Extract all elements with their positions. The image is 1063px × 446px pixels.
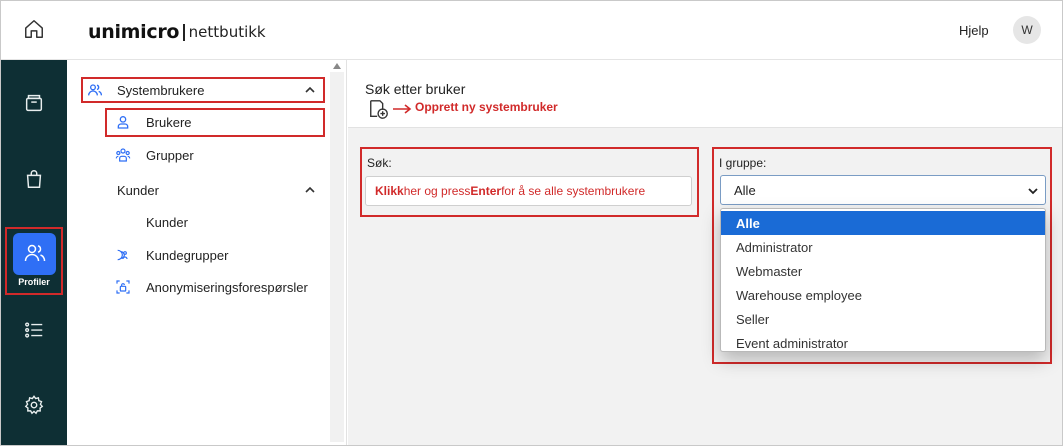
arrow-right-icon [392,102,412,114]
brand-name: unimicro [88,21,180,43]
main-content: Søk etter bruker Opprett ny systembruker… [348,60,1062,445]
nav-label-kundegrupper: Kundegrupper [146,247,229,263]
group-icon [115,147,131,163]
home-icon [23,18,45,43]
subnav-scrollbar[interactable] [330,72,344,442]
nav-item-anonymisering[interactable]: Anonymiseringsforespørsler [115,274,330,300]
nav-label-kunder: Kunder [146,214,188,230]
nav-item-brukere[interactable]: Brukere [115,109,315,135]
group-select-value: Alle [734,182,756,198]
home-button[interactable] [1,1,67,60]
chevron-down-icon [1027,185,1039,197]
brand-logo[interactable]: unimicro nettbutikk [88,20,266,44]
brand-sub: nettbutikk [188,23,266,41]
nav-item-grupper[interactable]: Grupper [115,142,315,168]
sub-navigation: Systembrukere Brukere Grupper Kunder Kun… [67,60,347,445]
dropdown-option[interactable]: Seller [721,307,1045,331]
avatar[interactable]: W [1013,16,1041,44]
dropdown-option[interactable]: Webmaster [721,259,1045,283]
rail-item-profiler-highlight: Profiler [5,227,63,295]
brand-separator [183,23,185,41]
dropdown-option[interactable]: Event administrator [721,331,1045,355]
rail-item-settings[interactable] [1,386,67,426]
customer-group-icon [115,247,131,263]
users-icon [87,82,103,98]
rail-item-profiler-label: Profiler [18,277,50,287]
shopping-bag-icon [23,168,45,193]
group-filter-panel: I gruppe: Alle Alle Administrator Webmas… [712,147,1052,364]
search-hint-text-1: her og press [403,184,471,198]
rail-item-archive[interactable] [1,84,67,124]
search-label: Søk: [367,156,392,170]
help-link[interactable]: Hjelp [959,23,989,38]
app-window: unimicro nettbutikk Hjelp W Profiler Sys… [0,0,1063,446]
search-input[interactable]: Klikk her og press Enter for å se alle s… [365,176,692,206]
group-dropdown-list: Alle Administrator Webmaster Warehouse e… [720,208,1046,352]
group-select[interactable]: Alle [720,175,1046,205]
users-icon [23,241,47,268]
dropdown-option[interactable]: Warehouse employee [721,283,1045,307]
nav-label-anonymisering: Anonymiseringsforespørsler [146,279,308,295]
nav-group-kunder[interactable]: Kunder [117,177,317,203]
nav-label-grupper: Grupper [146,147,194,163]
scroll-up-arrow-icon[interactable] [333,63,341,69]
nav-label-brukere: Brukere [146,114,192,130]
page-header: Søk etter bruker Opprett ny systembruker [348,60,1062,128]
nav-item-kundegrupper[interactable]: Kundegrupper [115,242,315,268]
nav-group-systembrukere[interactable]: Systembrukere [87,77,319,103]
rail-item-shop[interactable] [1,160,67,200]
icon-rail: Profiler [1,60,67,445]
nav-label-systembrukere: Systembrukere [117,82,205,98]
dropdown-option[interactable]: Alle [721,211,1045,235]
search-hint-click: Klikk [375,184,404,198]
create-user-icon[interactable] [368,98,390,120]
rail-item-list[interactable] [1,311,67,351]
dropdown-option[interactable]: Administrator [721,235,1045,259]
list-icon [23,319,45,344]
create-system-user-link[interactable]: Opprett ny systembruker [415,100,558,114]
archive-icon [23,92,45,117]
anonymize-icon [115,279,131,295]
gear-icon [23,394,45,419]
nav-item-kunder[interactable]: Kunder [146,209,316,235]
user-icon [115,114,131,130]
chevron-up-icon[interactable] [304,184,316,196]
top-bar: unimicro nettbutikk Hjelp W [1,1,1062,60]
chevron-up-icon[interactable] [304,84,316,96]
search-hint-enter: Enter [470,184,502,198]
page-title: Søk etter bruker [365,81,466,97]
search-panel: Søk: Klikk her og press Enter for å se a… [360,147,699,217]
group-label: I gruppe: [719,156,767,170]
nav-label-kunder-group: Kunder [117,182,159,198]
rail-item-profiler[interactable] [13,233,56,275]
search-hint-text-2: for å se alle systembrukere [501,184,646,198]
